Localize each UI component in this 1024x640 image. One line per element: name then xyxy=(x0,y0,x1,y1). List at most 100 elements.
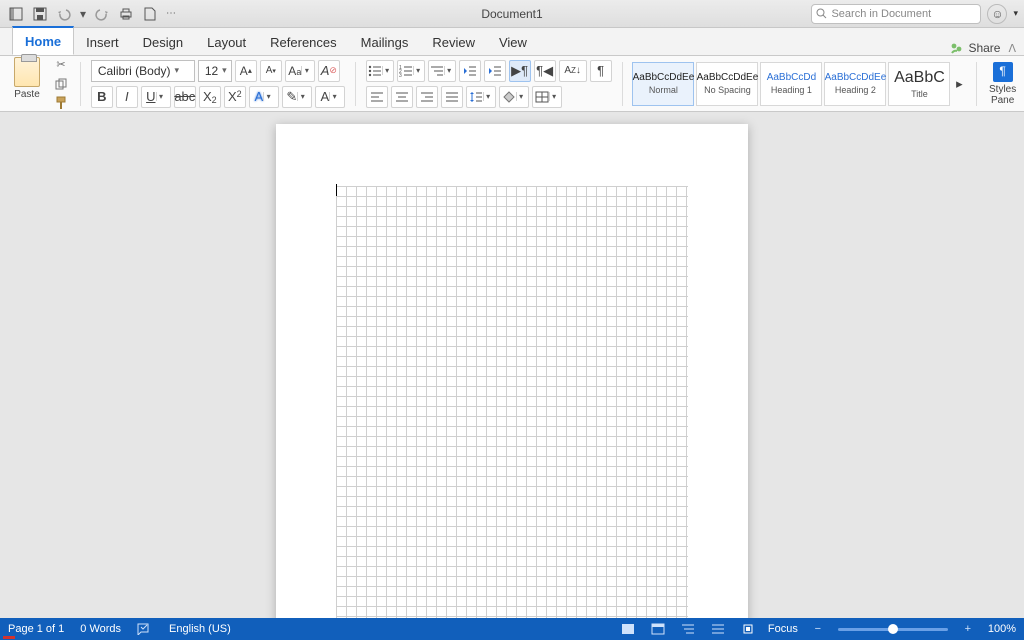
status-bar: Page 1 of 1 0 Words English (US) Focus −… xyxy=(0,618,1024,640)
zoom-level[interactable]: 100% xyxy=(988,623,1016,635)
gridlines xyxy=(336,186,688,618)
sort-button[interactable]: AZ↓ xyxy=(559,60,587,82)
zoom-slider[interactable] xyxy=(838,628,948,631)
ribbon: Paste ✂ Calibri (Body)▾ 12▾ A▴ A▾ Aa▾ A⊘… xyxy=(0,56,1024,112)
align-center-button[interactable] xyxy=(391,86,413,108)
grow-font-icon[interactable]: A▴ xyxy=(235,60,257,82)
save-icon[interactable] xyxy=(30,4,50,24)
group-font: Calibri (Body)▾ 12▾ A▴ A▾ Aa▾ A⊘ B I U▾ … xyxy=(91,58,345,109)
style-heading-1[interactable]: AaBbCcDdHeading 1 xyxy=(760,62,822,106)
show-paragraph-marks-button[interactable]: ¶ xyxy=(590,60,612,82)
group-clipboard: Paste ✂ xyxy=(6,58,70,109)
copy-icon[interactable] xyxy=(52,76,70,92)
collapse-ribbon-icon[interactable]: ᐱ xyxy=(1008,42,1016,55)
status-words[interactable]: 0 Words xyxy=(80,623,121,635)
style-normal[interactable]: AaBbCcDdEeNormal xyxy=(632,62,694,106)
justify-button[interactable] xyxy=(441,86,463,108)
multilevel-list-button[interactable]: ▾ xyxy=(428,60,456,82)
status-spellcheck-icon[interactable] xyxy=(137,623,153,635)
font-family-select[interactable]: Calibri (Body)▾ xyxy=(91,60,195,82)
align-left-button[interactable] xyxy=(366,86,388,108)
quick-access-toolbar: ▾ ⋯ xyxy=(6,4,178,24)
view-outline-icon[interactable] xyxy=(678,621,698,637)
undo-icon[interactable] xyxy=(54,4,74,24)
document-canvas[interactable] xyxy=(0,112,1024,618)
qat-customize-icon[interactable]: ⋯ xyxy=(164,4,178,24)
cut-icon[interactable]: ✂ xyxy=(52,57,70,73)
tab-insert[interactable]: Insert xyxy=(74,29,131,55)
bullets-button[interactable]: ▾ xyxy=(366,60,394,82)
feedback-icon[interactable]: ☺ xyxy=(987,4,1007,24)
undo-dropdown-icon[interactable]: ▾ xyxy=(78,4,88,24)
font-size-select[interactable]: 12▾ xyxy=(198,60,232,82)
status-page[interactable]: Page 1 of 1 xyxy=(8,623,64,635)
underline-button[interactable]: U▾ xyxy=(141,86,171,108)
tab-mailings[interactable]: Mailings xyxy=(349,29,421,55)
tab-layout[interactable]: Layout xyxy=(195,29,258,55)
increase-indent-button[interactable] xyxy=(484,60,506,82)
text-cursor xyxy=(336,184,337,196)
superscript-button[interactable]: X2 xyxy=(224,86,246,108)
italic-button[interactable]: I xyxy=(116,86,138,108)
clipboard-icon xyxy=(14,57,40,87)
decrease-indent-button[interactable] xyxy=(459,60,481,82)
separator xyxy=(355,62,356,106)
separator xyxy=(622,62,623,106)
style-no-spacing[interactable]: AaBbCcDdEeNo Spacing xyxy=(696,62,758,106)
redo-icon[interactable] xyxy=(92,4,112,24)
styles-more-icon[interactable]: ▸ xyxy=(952,73,966,95)
search-placeholder: Search in Document xyxy=(831,8,931,20)
search-input[interactable]: Search in Document xyxy=(811,4,981,24)
titlebar: ▾ ⋯ Document1 Search in Document ☺ ▾ xyxy=(0,0,1024,28)
zoom-knob[interactable] xyxy=(888,624,898,634)
font-color-button[interactable]: A▾ xyxy=(315,86,345,108)
feedback-dropdown-icon[interactable]: ▾ xyxy=(1013,8,1018,19)
fullscreen-icon[interactable] xyxy=(6,4,26,24)
view-web-layout-icon[interactable] xyxy=(648,621,668,637)
font-size-value: 12 xyxy=(205,64,218,78)
focus-label[interactable]: Focus xyxy=(768,623,798,635)
highlight-button[interactable]: ✎▾ xyxy=(282,86,312,108)
share-button[interactable]: Share xyxy=(950,41,1000,55)
page[interactable] xyxy=(276,124,748,618)
new-doc-icon[interactable] xyxy=(140,4,160,24)
tab-references[interactable]: References xyxy=(258,29,348,55)
line-spacing-button[interactable]: ▾ xyxy=(466,86,496,108)
numbering-button[interactable]: 123▾ xyxy=(397,60,425,82)
group-paragraph: ▾ 123▾ ▾ ▶¶ ¶◀ AZ↓ ¶ ▾ ▾ ▾ xyxy=(366,58,612,109)
separator xyxy=(976,62,977,106)
paste-label: Paste xyxy=(14,89,40,100)
tab-home[interactable]: Home xyxy=(12,26,74,55)
focus-mode-icon[interactable] xyxy=(738,621,758,637)
style-title[interactable]: AaBbCTitle xyxy=(888,62,950,106)
tab-design[interactable]: Design xyxy=(131,29,195,55)
text-effects-button[interactable]: A▾ xyxy=(249,86,279,108)
format-painter-icon[interactable] xyxy=(52,95,70,111)
tab-review[interactable]: Review xyxy=(420,29,487,55)
zoom-out-button[interactable]: − xyxy=(808,621,828,637)
share-icon xyxy=(950,42,964,54)
view-print-layout-icon[interactable] xyxy=(618,621,638,637)
zoom-in-button[interactable]: + xyxy=(958,621,978,637)
view-draft-icon[interactable] xyxy=(708,621,728,637)
rtl-direction-button[interactable]: ¶◀ xyxy=(534,60,556,82)
shading-button[interactable]: ▾ xyxy=(499,86,529,108)
search-icon xyxy=(816,8,827,19)
style-heading-2[interactable]: AaBbCcDdEeHeading 2 xyxy=(824,62,886,106)
borders-button[interactable]: ▾ xyxy=(532,86,562,108)
svg-text:3: 3 xyxy=(399,73,402,77)
bold-button[interactable]: B xyxy=(91,86,113,108)
tab-view[interactable]: View xyxy=(487,29,539,55)
change-case-button[interactable]: Aa▾ xyxy=(285,60,315,82)
strikethrough-button[interactable]: abc xyxy=(174,86,196,108)
clear-formatting-icon[interactable]: A⊘ xyxy=(318,60,340,82)
ltr-direction-button[interactable]: ▶¶ xyxy=(509,60,531,82)
paste-button[interactable]: Paste xyxy=(6,57,48,100)
ribbon-tabbar: Home Insert Design Layout References Mai… xyxy=(0,28,1024,56)
shrink-font-icon[interactable]: A▾ xyxy=(260,60,282,82)
styles-pane-button[interactable]: ¶ Styles Pane xyxy=(987,62,1018,106)
status-language[interactable]: English (US) xyxy=(169,623,231,635)
align-right-button[interactable] xyxy=(416,86,438,108)
subscript-button[interactable]: X2 xyxy=(199,86,221,108)
print-icon[interactable] xyxy=(116,4,136,24)
